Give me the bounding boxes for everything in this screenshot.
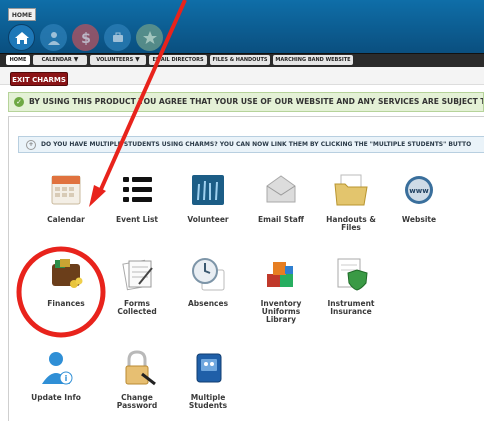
tile-absences[interactable]: Absences [175, 254, 241, 308]
tile-website[interactable]: www Website [386, 170, 452, 224]
tile-forms-collected[interactable]: Forms Collected [104, 254, 170, 316]
home-label: HOME [8, 8, 36, 21]
header-bar [0, 0, 484, 53]
tab-volunteers[interactable]: VOLUNTEERS ▼ [90, 55, 146, 65]
tile-absences-label: Absences [187, 299, 229, 308]
tile-update-info-label: Update Info [31, 393, 81, 402]
tile-inventory-label: Inventory Uniforms Library [260, 299, 302, 324]
email-icon [261, 170, 301, 210]
tile-calendar-label: Calendar [47, 215, 85, 224]
tile-instrument-insurance[interactable]: Instrument Insurance [318, 254, 384, 316]
terms-notice-text: BY USING THIS PRODUCT YOU AGREE THAT YOU… [29, 97, 484, 106]
tile-email-staff[interactable]: Email Staff [248, 170, 314, 224]
tile-inventory[interactable]: Inventory Uniforms Library [248, 254, 314, 324]
tile-change-password-label: Change Password [116, 393, 158, 410]
exit-charms-button[interactable]: EXIT CHARMS [10, 72, 68, 86]
person-icon[interactable] [40, 24, 67, 51]
tile-volunteer-label: Volunteer [187, 215, 229, 224]
insurance-icon [331, 254, 371, 294]
list-icon [117, 170, 157, 210]
tab-calendar[interactable]: CALENDAR ▼ [33, 55, 87, 65]
padlock-icon [117, 348, 157, 388]
tile-instrument-insurance-label: Instrument Insurance [327, 299, 375, 316]
tab-home[interactable]: HOME [6, 55, 30, 65]
tile-finances[interactable]: Finances [33, 254, 99, 308]
tile-update-info[interactable]: i Update Info [23, 348, 89, 402]
terms-notice: ✓ BY USING THIS PRODUCT YOU AGREE THAT YO… [8, 92, 484, 112]
globe-icon: www [399, 170, 439, 210]
tile-multiple-students[interactable]: Multiple Students [175, 348, 241, 410]
tile-email-staff-label: Email Staff [258, 215, 304, 224]
tile-volunteer[interactable]: Volunteer [175, 170, 241, 224]
multiple-students-icon [188, 348, 228, 388]
sub-bar [0, 67, 484, 85]
clock-icon [188, 254, 228, 294]
tile-multiple-students-label: Multiple Students [188, 393, 228, 410]
multiple-students-notice: + DO YOU HAVE MULTIPLE STUDENTS USING CHA… [18, 136, 484, 153]
briefcase-icon[interactable] [104, 24, 131, 51]
tile-handouts-files-label: Handouts & Files [326, 215, 376, 232]
folder-icon [331, 170, 371, 210]
home-icon[interactable] [8, 24, 35, 51]
tile-website-label: Website [401, 215, 437, 224]
tile-event-list[interactable]: Event List [104, 170, 170, 224]
chevron-down-icon: ▼ [135, 56, 140, 63]
volunteer-icon [188, 170, 228, 210]
tab-marching-band-website[interactable]: MARCHING BAND WEBSITE [273, 55, 353, 65]
svg-text:i: i [65, 374, 68, 383]
svg-text:$: $ [81, 31, 91, 46]
tab-files-handouts[interactable]: FILES & HANDOUTS [210, 55, 270, 65]
blocks-icon [261, 254, 301, 294]
multiple-students-notice-text: DO YOU HAVE MULTIPLE STUDENTS USING CHAR… [41, 141, 472, 148]
tile-handouts-files[interactable]: Handouts & Files [318, 170, 384, 232]
calendar-icon [46, 170, 86, 210]
info-icon: + [26, 139, 36, 150]
tile-forms-collected-label: Forms Collected [117, 299, 157, 316]
tile-change-password[interactable]: Change Password [104, 348, 170, 410]
wallet-icon [46, 254, 86, 294]
tab-email-directors[interactable]: EMAIL DIRECTORS [149, 55, 207, 65]
star-icon[interactable] [136, 24, 163, 51]
tile-event-list-label: Event List [115, 215, 159, 224]
svg-text:www: www [409, 187, 429, 195]
forms-icon [117, 254, 157, 294]
tile-calendar[interactable]: Calendar [33, 170, 99, 224]
check-icon: ✓ [14, 97, 24, 107]
tile-finances-label: Finances [47, 299, 85, 308]
dollar-icon[interactable]: $ [72, 24, 99, 51]
chevron-down-icon: ▼ [73, 56, 79, 63]
user-info-icon: i [36, 348, 76, 388]
